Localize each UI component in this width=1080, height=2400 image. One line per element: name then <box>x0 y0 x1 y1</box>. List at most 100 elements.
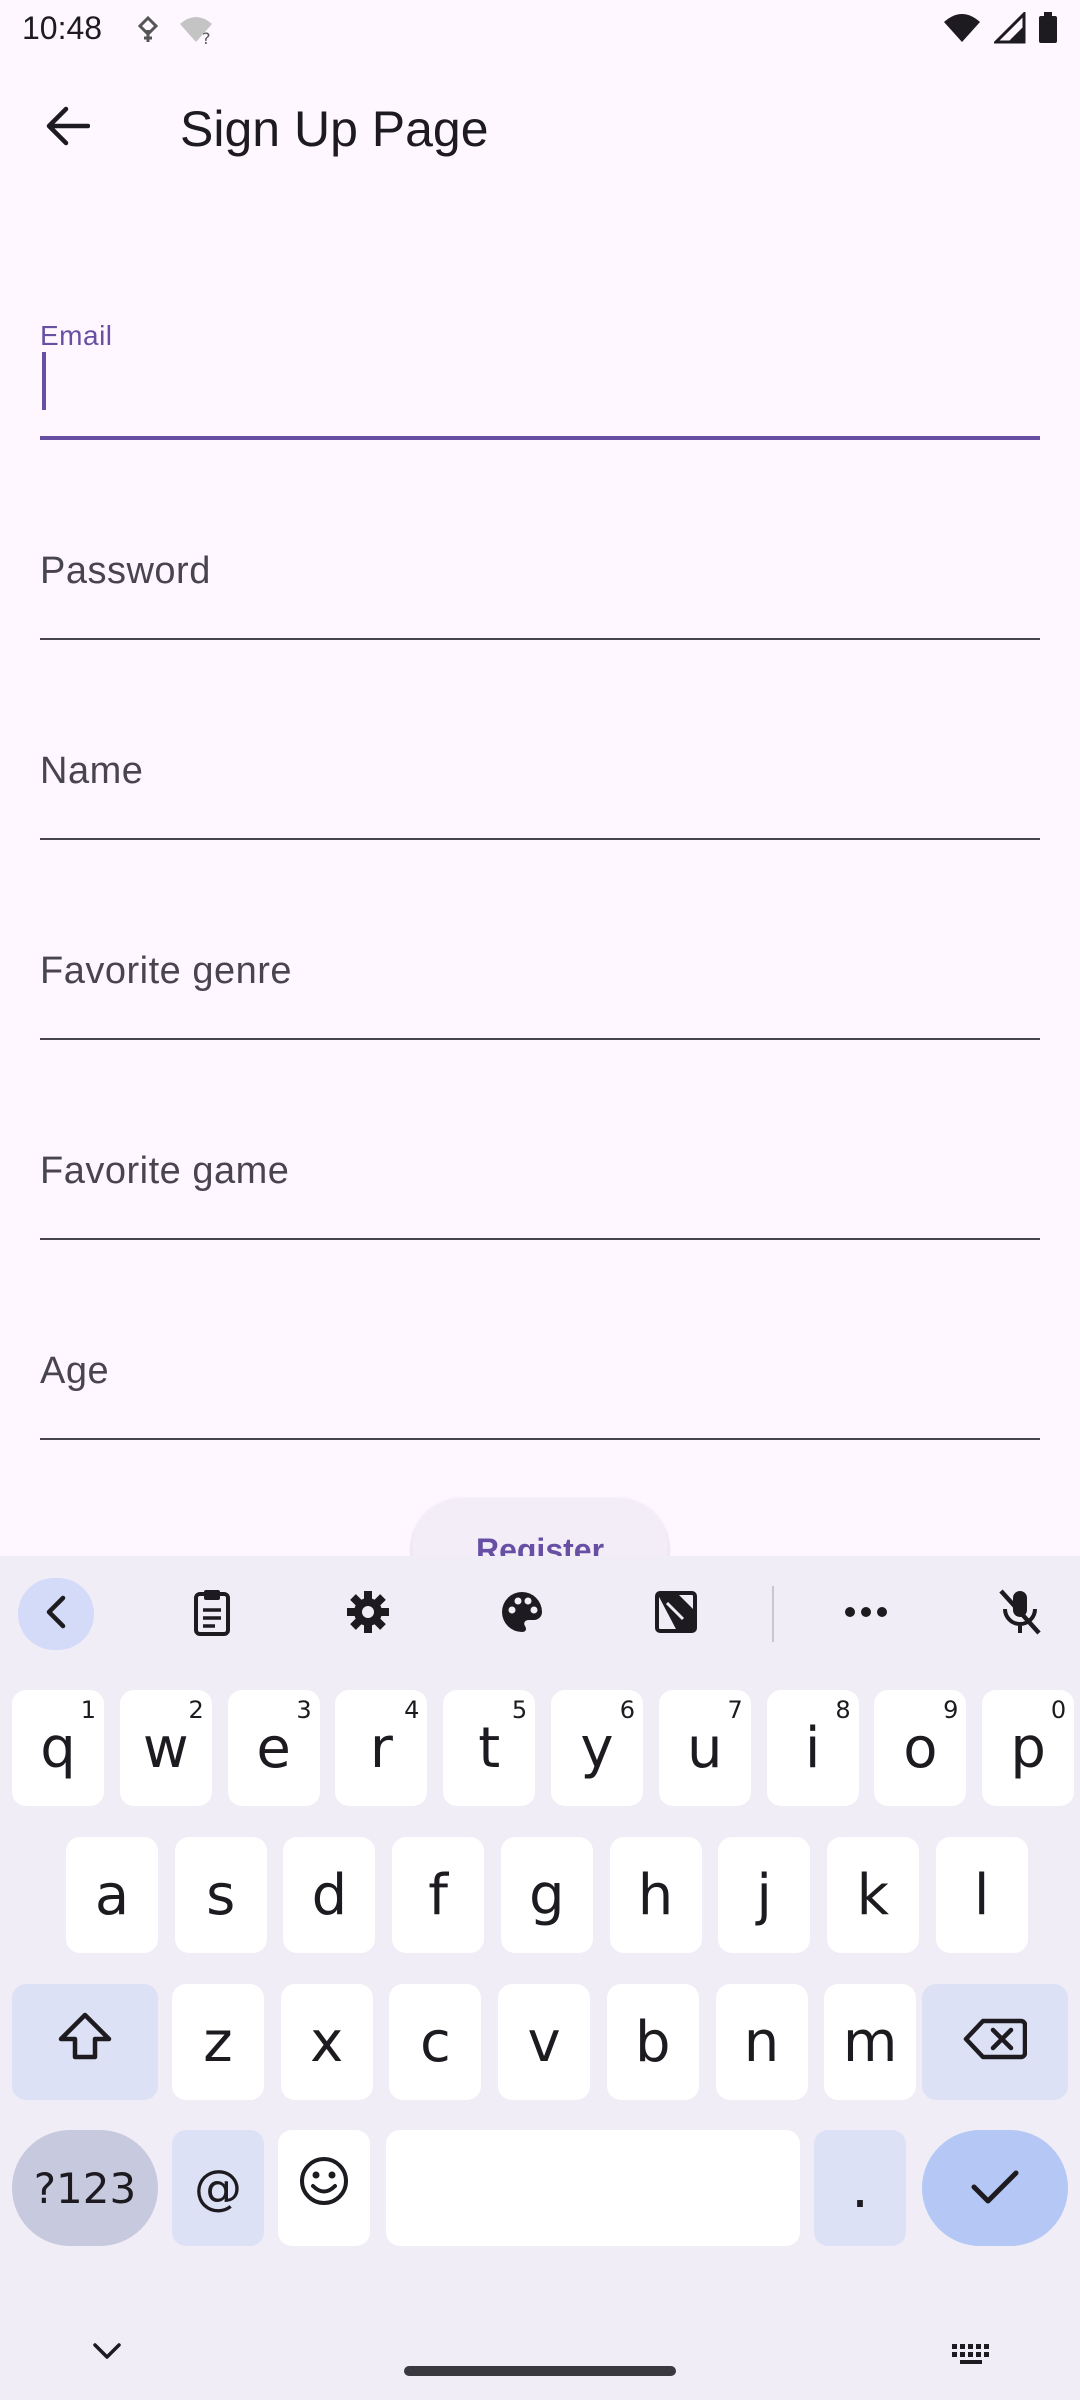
space-key[interactable] <box>386 2130 800 2246</box>
keyboard-settings-button[interactable] <box>330 1578 406 1650</box>
backspace-key[interactable] <box>922 1984 1068 2100</box>
age-label: Age <box>40 1350 110 1392</box>
key-y[interactable]: y6 <box>551 1690 643 1806</box>
at-key[interactable]: @ <box>172 2130 264 2246</box>
wifi-question-icon: ? <box>176 14 216 51</box>
key-l[interactable]: l <box>935 1837 1028 1953</box>
keyboard-switch-button[interactable] <box>950 2342 994 2371</box>
text-cursor <box>42 352 46 410</box>
key-label: p <box>1010 1715 1046 1781</box>
key-label: q <box>40 1715 76 1781</box>
palette-icon <box>499 1589 545 1640</box>
shift-key[interactable] <box>12 1984 158 2100</box>
key-hint: 6 <box>619 1696 635 1724</box>
favorite-game-label: Favorite game <box>40 1150 290 1192</box>
signal-icon <box>992 10 1026 49</box>
keyboard-toolbar <box>0 1556 1080 1672</box>
clipboard-icon <box>192 1588 232 1641</box>
age-field[interactable]: Age <box>40 1300 1040 1440</box>
key-label: u <box>687 1715 723 1781</box>
favorite-genre-underline <box>40 1038 1040 1040</box>
key-s[interactable]: s <box>174 1837 267 1953</box>
resize-keyboard-button[interactable] <box>638 1578 714 1650</box>
password-underline <box>40 638 1040 640</box>
key-g[interactable]: g <box>500 1837 593 1953</box>
key-z[interactable]: z <box>172 1984 264 2100</box>
resize-icon <box>653 1589 699 1640</box>
key-p[interactable]: p0 <box>982 1690 1075 1806</box>
svg-text:?: ? <box>202 29 211 46</box>
key-u[interactable]: u7 <box>658 1690 751 1806</box>
arrow-back-icon <box>46 106 91 151</box>
key-label: t <box>478 1715 501 1781</box>
key-m[interactable]: m <box>824 1984 917 2100</box>
key-hint: 4 <box>404 1696 420 1724</box>
favorite-genre-label: Favorite genre <box>40 950 293 992</box>
key-w[interactable]: w2 <box>119 1690 212 1806</box>
shift-icon <box>57 2010 113 2075</box>
password-label: Password <box>40 550 211 592</box>
period-key[interactable]: . <box>814 2130 906 2246</box>
key-t[interactable]: t5 <box>443 1690 536 1806</box>
key-label: o <box>903 1715 938 1781</box>
key-k[interactable]: k <box>826 1837 919 1953</box>
voice-input-button[interactable] <box>982 1578 1058 1650</box>
key-hint: 9 <box>943 1696 959 1724</box>
key-v[interactable]: v <box>498 1984 591 2100</box>
key-e[interactable]: e3 <box>227 1690 320 1806</box>
key-o[interactable]: o9 <box>874 1690 967 1806</box>
key-b[interactable]: b <box>606 1984 699 2100</box>
key-label: e <box>256 1715 291 1781</box>
key-label: y <box>580 1715 614 1781</box>
theme-button[interactable] <box>484 1578 560 1650</box>
name-underline <box>40 838 1040 840</box>
key-f[interactable]: f <box>392 1837 485 1953</box>
more-options-button[interactable] <box>828 1578 904 1650</box>
keyboard-icon <box>950 2344 994 2370</box>
symbols-key[interactable]: ?123 <box>12 2130 158 2246</box>
status-bar: 10:48 ? <box>0 0 1080 62</box>
key-hint: 8 <box>835 1696 851 1724</box>
key-hint: 5 <box>511 1696 528 1724</box>
emoji-icon <box>298 2155 350 2221</box>
chevron-left-icon <box>41 1595 71 1634</box>
keyboard-collapse-button[interactable] <box>18 1578 94 1650</box>
key-hint: 7 <box>727 1696 743 1724</box>
key-a[interactable]: a <box>66 1837 158 1953</box>
key-h[interactable]: h <box>609 1837 702 1953</box>
name-field[interactable]: Name <box>40 700 1040 840</box>
password-field[interactable]: Password <box>40 500 1040 640</box>
favorite-game-field[interactable]: Favorite game <box>40 1100 1040 1240</box>
key-q[interactable]: q1 <box>12 1690 104 1806</box>
key-hint: 1 <box>80 1696 96 1724</box>
email-field[interactable]: Email <box>40 300 1040 440</box>
emoji-key[interactable] <box>278 2130 370 2246</box>
checkmark-icon <box>970 2156 1020 2221</box>
home-indicator[interactable] <box>404 2366 676 2376</box>
soft-keyboard: q1w2e3r4t5y6u7i8o9p0 asdfghjkl zxcvbnm ?… <box>0 1556 1080 2400</box>
key-j[interactable]: j <box>718 1837 811 1953</box>
favorite-genre-field[interactable]: Favorite genre <box>40 900 1040 1040</box>
key-i[interactable]: i8 <box>766 1690 859 1806</box>
mic-off-icon <box>997 1587 1043 1642</box>
back-button[interactable] <box>28 92 108 164</box>
key-d[interactable]: d <box>283 1837 376 1953</box>
more-icon <box>843 1605 889 1624</box>
app-bar: Sign Up Page <box>0 62 1080 194</box>
vpn-key-icon <box>134 14 162 51</box>
key-label: i <box>804 1715 821 1781</box>
key-n[interactable]: n <box>715 1984 808 2100</box>
clipboard-button[interactable] <box>174 1578 250 1650</box>
email-label: Email <box>40 320 113 351</box>
battery-icon <box>1038 12 1058 49</box>
backspace-icon <box>963 2010 1028 2075</box>
key-x[interactable]: x <box>280 1984 373 2100</box>
key-c[interactable]: c <box>389 1984 482 2100</box>
keyboard-nav-bar <box>0 2326 1080 2400</box>
age-underline <box>40 1438 1040 1440</box>
key-r[interactable]: r4 <box>335 1690 428 1806</box>
done-key[interactable] <box>922 2130 1068 2246</box>
hide-keyboard-button[interactable] <box>90 2340 124 2367</box>
key-hint: 0 <box>1050 1696 1067 1724</box>
wifi-icon <box>942 12 982 49</box>
